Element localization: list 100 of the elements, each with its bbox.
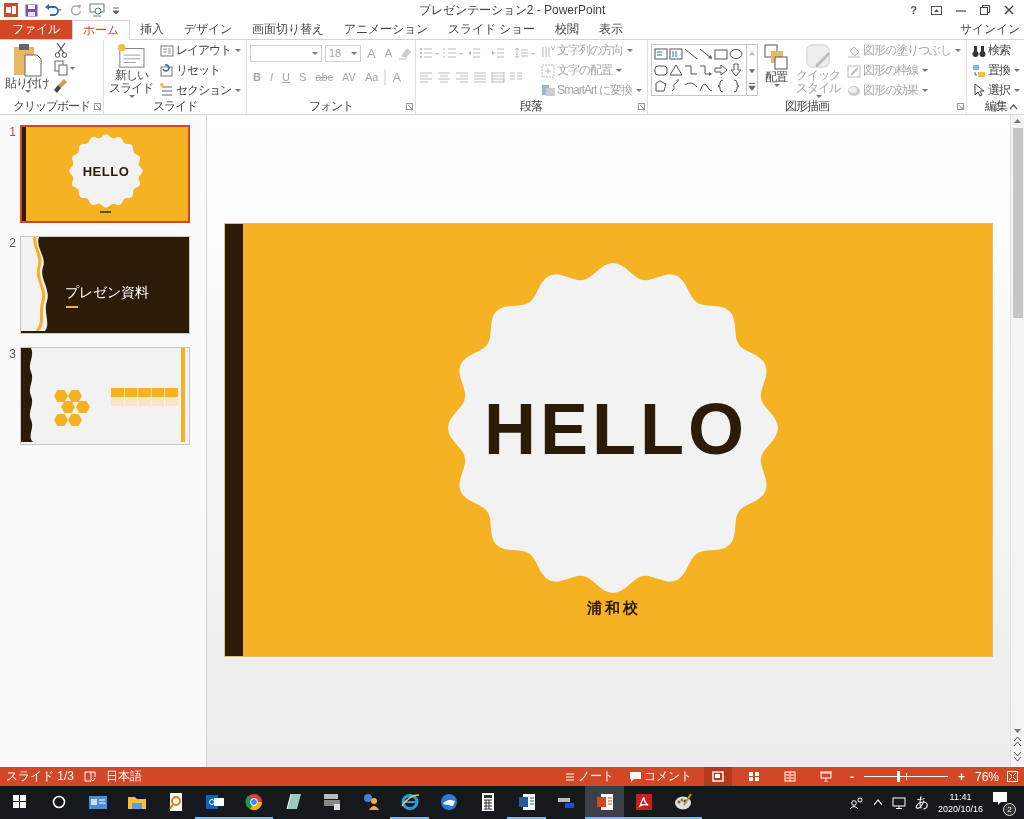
slide-number: 1 [8, 125, 16, 139]
caret-icon [921, 69, 928, 72]
caret-icon [129, 95, 135, 98]
command-button[interactable]: 置換 [969, 61, 1022, 80]
paste-button[interactable]: 貼り付け [3, 42, 51, 99]
ribbon-tab[interactable]: 画面切り替え [242, 20, 334, 39]
ribbon-display-icon[interactable] [931, 5, 942, 15]
proofing-icon[interactable] [84, 771, 96, 782]
zoom-level[interactable]: 76% [974, 769, 999, 784]
ribbon-tab[interactable]: 挿入 [130, 20, 174, 39]
caret-icon [1013, 69, 1020, 72]
command-button[interactable]: 選択 [969, 81, 1022, 99]
comments-button[interactable]: コメント [625, 767, 696, 786]
clock-time[interactable]: 11:41 [949, 790, 972, 803]
zoom-out-button[interactable]: - [847, 769, 856, 784]
slide-thumbnail[interactable]: プレゼン資料 [20, 236, 190, 334]
caret-icon [921, 88, 928, 92]
window-title: プレゼンテーション2 - PowerPoint [418, 2, 606, 17]
ribbon-tab[interactable]: 表示 [589, 20, 634, 39]
command-button[interactable]: セクション [158, 81, 243, 99]
taskbar-app[interactable] [585, 786, 624, 819]
collapse-ribbon-icon[interactable] [1009, 104, 1018, 110]
triangle-icon [669, 63, 684, 77]
new-slide-button[interactable]: 新しい スライド [107, 42, 155, 99]
ribbon-tab[interactable]: アニメーション [334, 20, 438, 39]
down-arrow-icon [729, 63, 744, 77]
windows-logo-icon [13, 795, 26, 808]
smartart-icon [541, 83, 555, 98]
arrange-button[interactable]: 配置 [760, 42, 791, 99]
new-slide-icon [116, 43, 146, 69]
block-arrow-icon [714, 63, 729, 77]
reading-view-icon [783, 771, 796, 782]
arrow-line-icon [699, 47, 714, 61]
ribbon-tab[interactable]: デザイン [174, 20, 242, 39]
slide-title[interactable]: HELLO [469, 384, 759, 474]
help-button[interactable]: ? [910, 4, 917, 16]
people-icon[interactable] [849, 796, 864, 809]
scroll-down-icon[interactable] [1013, 727, 1022, 735]
restore-icon[interactable] [980, 5, 990, 15]
caret-icon [616, 69, 622, 72]
dialog-launcher-icon[interactable] [94, 103, 101, 110]
slide-thumbnail[interactable]: HELLO [20, 125, 190, 223]
slide-number: 3 [8, 347, 16, 361]
close-icon[interactable] [1004, 5, 1014, 15]
ribbon-tab[interactable]: スライド ショー [438, 20, 546, 39]
thumbnail-title: HELLO [82, 163, 130, 180]
save-icon[interactable] [25, 3, 38, 17]
clipboard-icon [12, 43, 42, 77]
notification-icon[interactable] [992, 789, 1008, 806]
elbow-arrow-icon [699, 63, 714, 77]
ime-indicator[interactable]: あ [914, 793, 929, 812]
notes-button[interactable]: ノート [560, 767, 618, 786]
thumbnail-title: プレゼン資料 [65, 284, 149, 302]
clock-date[interactable]: 2020/10/16 [937, 802, 983, 815]
group-label: フォント [308, 99, 354, 114]
command-button[interactable]: レイアウト [158, 42, 243, 60]
customize-icon[interactable] [112, 6, 120, 14]
network-icon[interactable] [891, 796, 906, 809]
dialog-launcher-icon[interactable] [637, 103, 645, 110]
sign-in-link[interactable]: サインイン [960, 21, 1024, 38]
command-button[interactable]: 検索 [969, 42, 1022, 60]
dialog-launcher-icon[interactable] [406, 103, 413, 110]
document-icon [516, 791, 537, 812]
freeform-icon [654, 79, 669, 93]
undo-icon[interactable] [45, 4, 63, 16]
comment-icon [629, 771, 641, 782]
caret-icon [235, 88, 241, 92]
slide-number: 2 [8, 236, 16, 250]
file-tab[interactable]: ファイル [0, 20, 72, 39]
section-icon [160, 83, 174, 98]
ribbon-tab[interactable]: ホーム [72, 20, 130, 40]
zoom-in-button[interactable]: + [955, 769, 967, 784]
command-button[interactable]: リセット [158, 61, 243, 80]
group-label: 図形描画 [783, 99, 831, 114]
caret-icon [635, 88, 642, 92]
slide-subtitle[interactable]: 浦和校 [564, 599, 664, 618]
ring-icon [243, 791, 264, 812]
scissors-icon[interactable] [54, 42, 68, 58]
slide-indicator: スライド 1/3 [6, 768, 74, 785]
previous-slide-icon[interactable] [1013, 735, 1022, 749]
slide-canvas[interactable]: HELLO 浦和校 [224, 223, 993, 657]
palette-icon [672, 791, 693, 812]
slideshow-icon[interactable] [89, 3, 105, 17]
zoom-slider-thumb[interactable] [896, 771, 900, 782]
dialog-launcher-icon[interactable] [956, 103, 964, 110]
scalloped-badge[interactable] [448, 263, 778, 593]
caret-icon [954, 49, 961, 53]
brush-icon[interactable] [54, 78, 68, 94]
text-box-icon [654, 47, 669, 61]
shapes-gallery[interactable] [650, 44, 758, 96]
chevron-up-icon[interactable] [872, 799, 883, 806]
ribbon-tab[interactable]: 校閲 [545, 20, 590, 39]
view-button[interactable] [703, 767, 732, 786]
scrollbar-thumb[interactable] [1012, 128, 1023, 318]
caret-icon [351, 51, 357, 55]
language-indicator[interactable]: 日本語 [106, 768, 142, 785]
fit-to-window-icon[interactable] [1007, 771, 1018, 782]
notes-icon [564, 772, 575, 781]
scroll-up-icon[interactable] [1013, 117, 1022, 125]
app-logo-icon[interactable] [4, 3, 18, 17]
